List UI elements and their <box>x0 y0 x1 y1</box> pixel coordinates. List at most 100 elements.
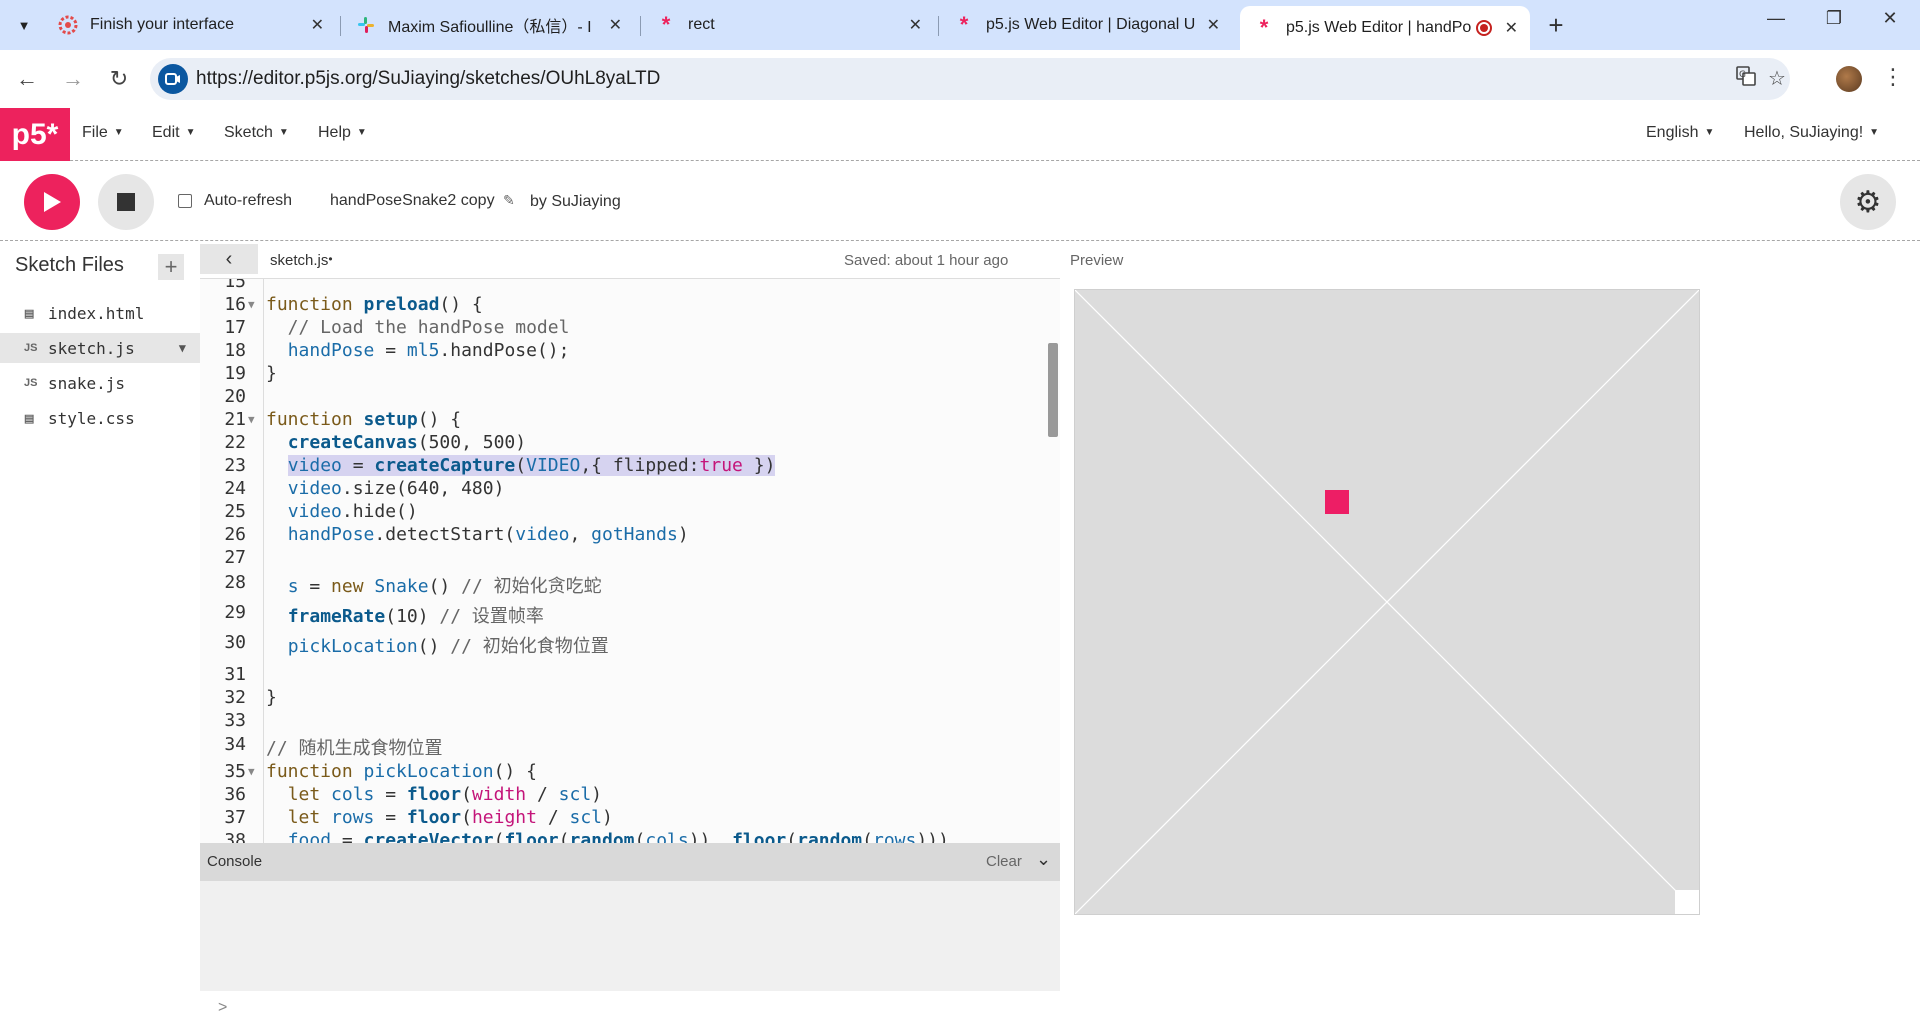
line-number: 30 <box>224 632 246 653</box>
line-number: 36 <box>224 784 246 805</box>
code-text: function preload() { <box>266 294 483 315</box>
reload-icon[interactable]: ↻ <box>104 64 134 94</box>
code-line-selected[interactable]: 23 video = createCapture(VIDEO,{ flipped… <box>200 455 1060 478</box>
line-number: 15 <box>224 278 246 292</box>
site-info-icon[interactable] <box>158 64 188 94</box>
close-icon[interactable]: ✕ <box>1207 15 1220 35</box>
browser-tab-active[interactable]: * p5.js Web Editor | handPo ✕ <box>1240 6 1530 50</box>
close-icon[interactable]: ✕ <box>1505 18 1518 38</box>
sketch-name[interactable]: handPoseSnake2 copy ✎ <box>330 192 515 210</box>
pencil-icon[interactable]: ✎ <box>503 192 515 208</box>
code-text: // Load the handPose model <box>266 317 570 338</box>
chevron-down-icon[interactable]: ⌄ <box>1036 849 1051 870</box>
close-icon[interactable]: ✕ <box>609 15 622 35</box>
sketch-owner[interactable]: by SuJiaying <box>530 193 621 211</box>
tab-divider <box>938 16 939 36</box>
code-line[interactable]: 37 let rows = floor(height / scl) <box>200 807 1060 830</box>
menu-edit[interactable]: Edit ▼ <box>152 124 195 142</box>
code-line[interactable]: 17 // Load the handPose model <box>200 317 1060 340</box>
code-line[interactable]: 21 ▼ function setup() { <box>200 409 1060 432</box>
auto-refresh-toggle[interactable]: Auto-refresh <box>178 192 292 210</box>
code-line[interactable]: 35 ▼ function pickLocation() { <box>200 761 1060 784</box>
code-line[interactable]: 19} <box>200 363 1060 386</box>
close-icon[interactable]: ✕ <box>311 15 324 35</box>
bookmark-star-icon[interactable]: ☆ <box>1768 66 1786 91</box>
tab-title: Maxim Safioulline（私信）- I <box>388 19 592 36</box>
console-input[interactable]: > <box>200 991 1060 1030</box>
menu-label: Edit <box>152 124 180 141</box>
file-item-sketch-js[interactable]: JS sketch.js ▼ <box>0 333 200 363</box>
forward-arrow-icon[interactable]: → <box>58 64 88 94</box>
settings-button[interactable]: ⚙ <box>1840 174 1896 230</box>
code-line[interactable]: 25 video.hide() <box>200 501 1060 524</box>
menu-help[interactable]: Help ▼ <box>318 124 367 142</box>
code-text: // 随机生成食物位置 <box>266 738 443 759</box>
line-number: 35 <box>224 761 246 782</box>
tab-search-button[interactable]: ▼ <box>8 10 40 40</box>
file-options-caret-icon[interactable]: ▼ <box>179 341 186 355</box>
code-line[interactable]: 16 ▼ function preload() { <box>200 294 1060 317</box>
code-line[interactable]: 26 handPose.detectStart(video, gotHands) <box>200 524 1060 547</box>
browser-tab[interactable]: Maxim Safioulline（私信）- I ✕ <box>342 6 634 44</box>
menu-file[interactable]: File ▼ <box>82 124 124 142</box>
editor-scrollbar[interactable] <box>1048 343 1058 437</box>
profile-avatar[interactable] <box>1836 66 1862 92</box>
code-line[interactable]: 22 createCanvas(500, 500) <box>200 432 1060 455</box>
code-line[interactable]: 33 <box>200 710 1060 733</box>
file-item-style-css[interactable]: ▤ style.css <box>0 403 200 433</box>
address-bar[interactable]: https://editor.p5js.org/SuJiaying/sketch… <box>150 58 1790 100</box>
browser-tab[interactable]: * rect ✕ <box>642 6 934 44</box>
close-window-icon[interactable]: ✕ <box>1870 8 1910 29</box>
code-line[interactable]: 36 let cols = floor(width / scl) <box>200 784 1060 807</box>
code-line[interactable]: 34 // 随机生成食物位置 <box>200 734 1060 761</box>
line-number: 25 <box>224 501 246 522</box>
fold-arrow-icon[interactable]: ▼ <box>248 413 255 426</box>
file-tab-name: sketch.js <box>270 252 329 269</box>
code-line[interactable]: 24 video.size(640, 480) <box>200 478 1060 501</box>
code-line[interactable]: 20 <box>200 386 1060 409</box>
more-options-icon[interactable]: ⋮ <box>1882 64 1904 90</box>
code-editor[interactable]: 15 16 ▼ function preload() { 17 // Load th… <box>200 278 1060 843</box>
code-line[interactable]: 38 food = createVector(floor(random(cols… <box>200 830 1060 843</box>
preview-canvas[interactable] <box>1074 289 1700 915</box>
back-arrow-icon[interactable]: ← <box>12 64 42 94</box>
code-line[interactable]: 28 s = new Snake() // 初始化贪吃蛇 <box>200 572 1060 599</box>
code-text: function pickLocation() { <box>266 761 537 782</box>
stop-button[interactable] <box>98 174 154 230</box>
new-tab-button[interactable]: + <box>1540 10 1572 41</box>
code-line[interactable]: 31 <box>200 664 1060 687</box>
console-clear-button[interactable]: Clear <box>986 853 1022 870</box>
translate-icon[interactable]: G <box>1736 66 1756 92</box>
tab-divider <box>640 16 641 36</box>
code-text: video.hide() <box>287 501 418 522</box>
code-line[interactable]: 18 handPose = ml5.handPose(); <box>200 340 1060 363</box>
browser-tab[interactable]: Finish your interface ✕ <box>44 6 336 44</box>
fold-arrow-icon[interactable]: ▼ <box>248 765 255 778</box>
account-menu[interactable]: Hello, SuJiaying! ▼ <box>1744 124 1879 142</box>
line-number: 22 <box>224 432 246 453</box>
menu-label: Sketch <box>224 124 273 141</box>
fold-arrow-icon[interactable]: ▼ <box>248 298 255 311</box>
p5-logo[interactable]: p5* <box>0 108 70 161</box>
code-line[interactable]: 29 frameRate(10) // 设置帧率 <box>200 602 1060 629</box>
add-file-button[interactable]: + <box>158 254 184 280</box>
code-line[interactable]: 32} <box>200 687 1060 710</box>
language-menu[interactable]: English ▼ <box>1646 124 1714 142</box>
browser-tab[interactable]: * p5.js Web Editor | Diagonal U ✕ <box>940 6 1232 44</box>
line-number: 24 <box>224 478 246 499</box>
restore-icon[interactable]: ❐ <box>1814 8 1854 29</box>
code-text: } <box>266 687 277 708</box>
menu-sketch[interactable]: Sketch ▼ <box>224 124 289 142</box>
css-file-icon: ▤ <box>24 412 35 425</box>
p5-favicon-icon: * <box>661 12 671 37</box>
url-text[interactable]: https://editor.p5js.org/SuJiaying/sketch… <box>196 68 660 90</box>
minimize-icon[interactable]: — <box>1756 8 1796 29</box>
auto-refresh-checkbox[interactable] <box>178 194 192 208</box>
close-icon[interactable]: ✕ <box>909 15 922 35</box>
play-button[interactable] <box>24 174 80 230</box>
file-item-index-html[interactable]: ▤ index.html <box>0 298 200 328</box>
file-item-snake-js[interactable]: JS snake.js <box>0 368 200 398</box>
code-line[interactable]: 27 <box>200 547 1060 570</box>
code-line[interactable]: 30 pickLocation() // 初始化食物位置 <box>200 632 1060 659</box>
collapse-sidebar-button[interactable]: ‹ <box>200 244 258 274</box>
